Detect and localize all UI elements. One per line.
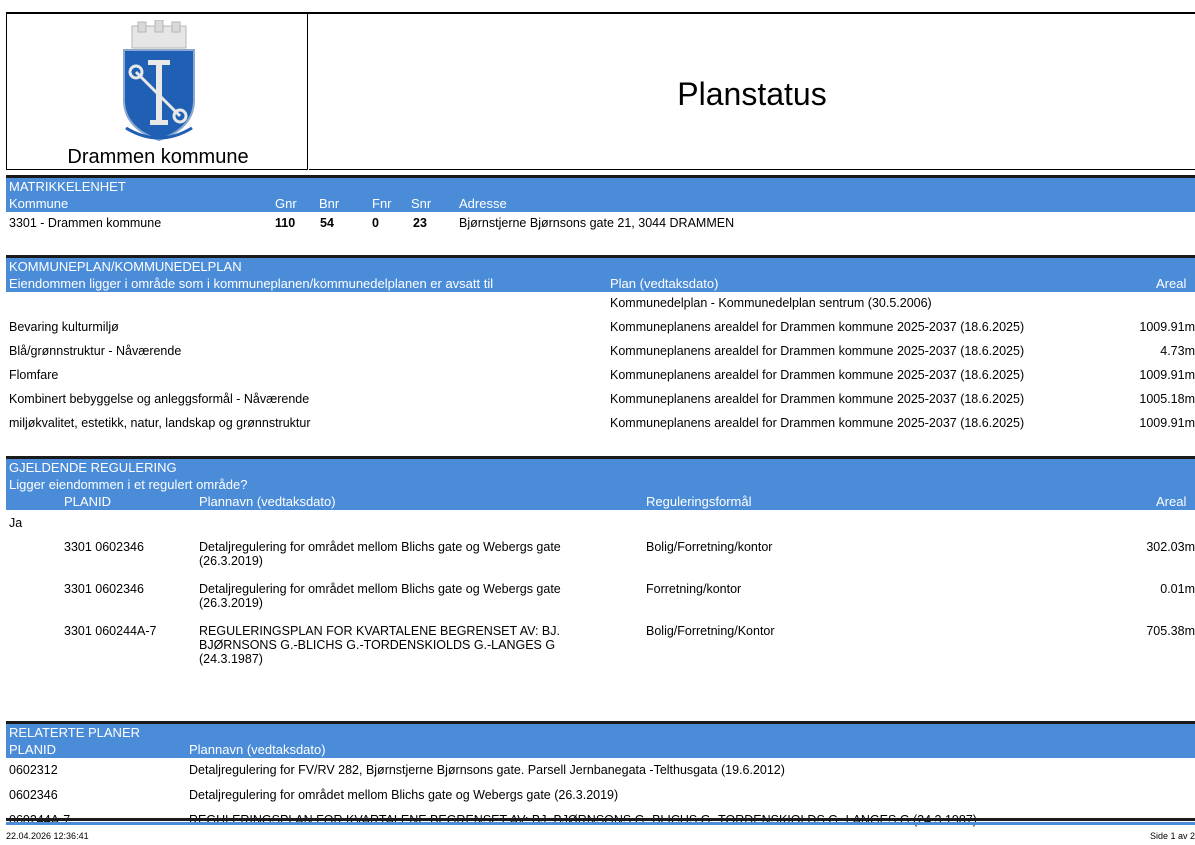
cell-areal: 302.03m — [1146, 540, 1195, 554]
col-reguleringsformal: Reguleringsformål — [646, 494, 752, 509]
regulering-answer-row: Ja — [6, 510, 1195, 536]
cell-reguleringsformal: Bolig/Forretning/kontor — [646, 540, 773, 554]
cell-plannavn: Detaljregulering for området mellom Blic… — [189, 788, 619, 802]
matrikkel-header-bar: MATRIKKELENHET Kommune Gnr Bnr Fnr Snr A… — [6, 175, 1195, 212]
page-title: Planstatus — [677, 76, 827, 112]
table-row: 3301 0602346 Detaljregulering for området… — [6, 536, 1195, 578]
report-header: Drammen kommune Planstatus — [6, 12, 1195, 170]
cell-snr: 23 — [413, 216, 427, 230]
col-plan: Plan (vedtaksdato) — [610, 276, 719, 291]
cell-areal: 1009.91m — [1139, 368, 1195, 382]
col-gnr: Gnr — [275, 196, 297, 211]
matrikkel-section: MATRIKKELENHET Kommune Gnr Bnr Fnr Snr A… — [6, 175, 1195, 235]
cell-planid: 3301 060244A-7 — [64, 624, 157, 638]
cell-plannavn: REGULERINGSPLAN FOR KVARTALENE BEGRENSET… — [199, 624, 560, 666]
cell-areal: 4.73m — [1160, 344, 1195, 358]
cell-areal: 1009.91m — [1139, 416, 1195, 430]
municipality-name: Drammen kommune — [67, 146, 249, 168]
cell-plan: Kommuneplanens arealdel for Drammen komm… — [610, 416, 1025, 430]
drammen-coat-of-arms-icon — [123, 20, 195, 142]
cell-adresse: Bjørnstjerne Bjørnsons gate 21, 3044 DRA… — [459, 216, 735, 230]
col-formal: Eiendommen ligger i område som i kommune… — [9, 276, 494, 291]
kommuneplan-header-bar: KOMMUNEPLAN/KOMMUNEDELPLAN Eiendommen li… — [6, 255, 1195, 292]
table-row: 0602312 Detaljregulering for FV/RV 282, B… — [6, 758, 1195, 783]
section-heading: RELATERTE PLANER — [9, 725, 141, 740]
table-row: Kombinert bebyggelse og anleggsformål - … — [6, 388, 1195, 412]
section-heading: GJELDENDE REGULERING — [9, 460, 177, 475]
cell-areal: 1005.18m — [1139, 392, 1195, 406]
col-planid: PLANID — [64, 494, 111, 509]
cell-plan: Kommuneplanens arealdel for Drammen komm… — [610, 320, 1025, 334]
table-row: miljøkvalitet, estetikk, natur, landskap… — [6, 412, 1195, 436]
cell-areal: 1009.91m — [1139, 320, 1195, 334]
cell-formal: Bevaring kulturmiljø — [9, 320, 119, 334]
section-heading: KOMMUNEPLAN/KOMMUNEDELPLAN — [9, 259, 242, 274]
table-row: Flomfare Kommuneplanens arealdel for Dram… — [6, 364, 1195, 388]
cell-planid: 0602346 — [9, 788, 58, 802]
kommuneplan-section: KOMMUNEPLAN/KOMMUNEDELPLAN Eiendommen li… — [6, 255, 1195, 436]
logo-box: Drammen kommune — [6, 14, 308, 170]
cell-planid: 3301 0602346 — [64, 540, 144, 554]
relaterte-header-bar: RELATERTE PLANER PLANID Plannavn (vedtak… — [6, 721, 1195, 758]
footer-timestamp: 22.04.2026 12:36:41 — [6, 831, 89, 841]
footer-page-number: Side 1 av 2 — [1149, 831, 1195, 841]
page-footer: 22.04.2026 12:36:41 Side 1 av 2 — [6, 831, 1195, 841]
table-row: 0602346 Detaljregulering for området mell… — [6, 783, 1195, 808]
col-adresse: Adresse — [459, 196, 507, 211]
cell-areal: 705.38m — [1146, 624, 1195, 638]
cell-formal: Blå/grønnstruktur - Nåværende — [9, 344, 182, 358]
col-plannavn: Plannavn (vedtaksdato) — [189, 742, 326, 757]
matrikkel-row: 3301 - Drammen kommune 110 54 0 23 Bjørn… — [6, 212, 1195, 235]
cell-plannavn: Detaljregulering for området mellom Blic… — [199, 540, 561, 568]
cell-formal: Flomfare — [9, 368, 59, 382]
table-row: 3301 060244A-7 REGULERINGSPLAN FOR KVARTA… — [6, 620, 1195, 678]
cell-plan: Kommuneplanens arealdel for Drammen komm… — [610, 392, 1025, 406]
regulering-question: Ligger eiendommen i et regulert område? — [9, 477, 248, 492]
cell-formal: miljøkvalitet, estetikk, natur, landskap… — [9, 416, 311, 430]
col-areal: Areal — [1156, 494, 1187, 509]
cell-plannavn: Detaljregulering for området mellom Blic… — [199, 582, 561, 610]
footer-rule-dark — [6, 818, 1195, 821]
cell-gnr: 110 — [275, 216, 296, 230]
cell-plan: Kommuneplanens arealdel for Drammen komm… — [610, 344, 1025, 358]
cell-fnr: 0 — [372, 216, 379, 230]
col-kommune: Kommune — [9, 196, 69, 211]
col-bnr: Bnr — [319, 196, 340, 211]
col-planid: PLANID — [9, 742, 56, 757]
cell-reguleringsformal: Bolig/Forretning/Kontor — [646, 624, 775, 638]
col-fnr: Fnr — [372, 196, 392, 211]
title-box: Planstatus — [309, 14, 1195, 170]
footer-rule-blue — [6, 822, 1195, 825]
regulering-header-bar: GJELDENDE REGULERING Ligger eiendommen i… — [6, 456, 1195, 510]
relaterte-section: RELATERTE PLANER PLANID Plannavn (vedtak… — [6, 721, 1195, 833]
section-heading: MATRIKKELENHET — [9, 179, 126, 194]
table-row: Kommunedelplan - Kommunedelplan sentrum … — [6, 292, 1195, 316]
regulering-answer: Ja — [9, 516, 23, 530]
col-areal: Areal — [1156, 276, 1187, 291]
cell-reguleringsformal: Forretning/kontor — [646, 582, 742, 596]
col-plannavn: Plannavn (vedtaksdato) — [199, 494, 336, 509]
col-snr: Snr — [411, 196, 432, 211]
cell-planid: 0602312 — [9, 763, 58, 777]
table-row: Bevaring kulturmiljø Kommuneplanens areal… — [6, 316, 1195, 340]
cell-kommune: 3301 - Drammen kommune — [9, 216, 162, 230]
cell-formal: Kombinert bebyggelse og anleggsformål - … — [9, 392, 310, 406]
cell-plannavn: Detaljregulering for FV/RV 282, Bjørnstj… — [189, 763, 785, 777]
cell-areal: 0.01m — [1160, 582, 1195, 596]
cell-bnr: 54 — [320, 216, 334, 230]
table-row: 3301 0602346 Detaljregulering for området… — [6, 578, 1195, 620]
cell-plan: Kommunedelplan - Kommunedelplan sentrum … — [610, 296, 932, 310]
table-row: Blå/grønnstruktur - Nåværende Kommuneplan… — [6, 340, 1195, 364]
cell-plan: Kommuneplanens arealdel for Drammen komm… — [610, 368, 1025, 382]
cell-planid: 3301 0602346 — [64, 582, 144, 596]
regulering-section: GJELDENDE REGULERING Ligger eiendommen i… — [6, 456, 1195, 678]
